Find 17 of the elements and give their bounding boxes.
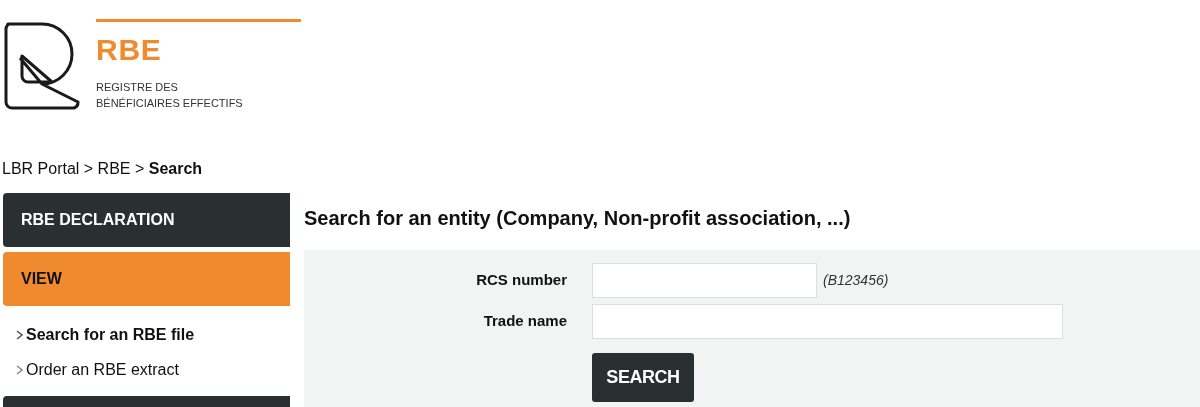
chevron-icon	[16, 364, 23, 375]
input-field[interactable]	[592, 263, 817, 298]
field-label: Trade name	[483, 312, 567, 330]
page-title: Search for an entity (Company, Non-profit association, ...)	[304, 206, 852, 231]
chevron-icon	[16, 329, 23, 340]
sidebar-link[interactable]: Search for an RBE file	[26, 322, 195, 347]
logo-icon	[2, 20, 82, 112]
sidebar-link[interactable]: Order an RBE extract	[26, 357, 179, 382]
field-label: RCS number	[476, 271, 567, 289]
search-button[interactable]: SEARCH	[592, 353, 694, 402]
logo-subtitle: REGISTRE DES BÉNÉFICIAIRES EFFECTIFS	[96, 80, 244, 111]
sidebar-section[interactable]: VIEW	[3, 252, 290, 306]
breadcrumb: LBR Portal > RBE > Search	[2, 160, 203, 177]
logo-title: RBE	[96, 35, 163, 65]
field-hint: (B123456)	[823, 271, 889, 290]
sidebar-section[interactable]: RBE DECLARATION	[3, 193, 290, 247]
input-field[interactable]	[592, 304, 1063, 339]
